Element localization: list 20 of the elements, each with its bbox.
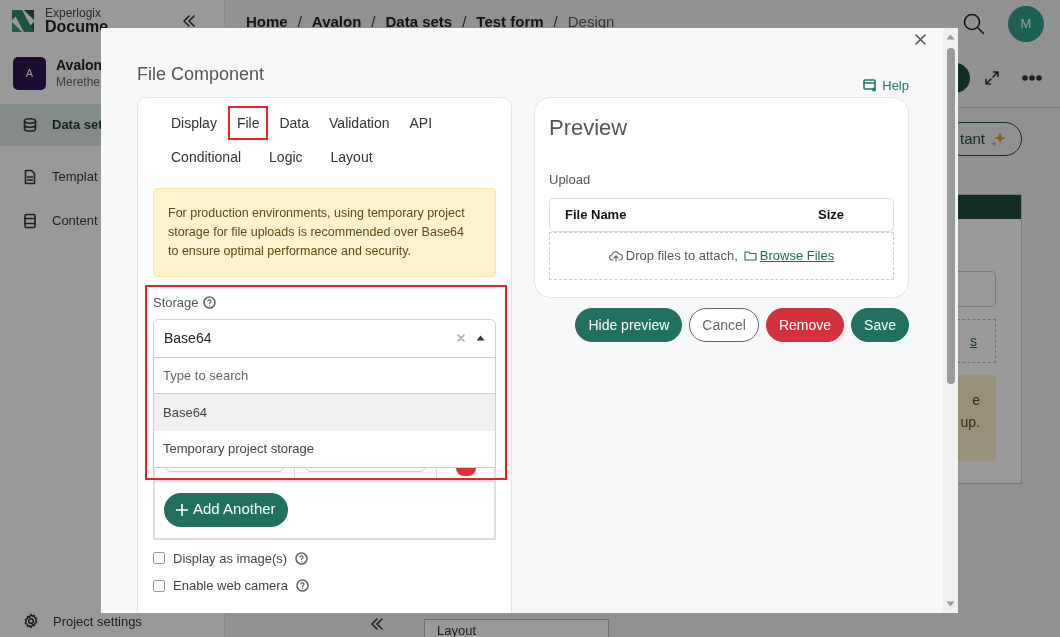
dialog-title: File Component xyxy=(137,63,265,86)
breadcrumb-separator: / xyxy=(462,11,467,32)
preview-title: Preview xyxy=(549,114,629,142)
project-avatar: A xyxy=(13,57,46,90)
drop-hint: Drop files to attach, xyxy=(625,246,738,265)
field-label: Storage xyxy=(153,294,199,312)
breadcrumb-current: Design xyxy=(567,11,615,32)
checkbox-label: Enable web camera xyxy=(173,577,288,595)
logo-wordmark: Docume xyxy=(45,19,109,35)
column-header: Size xyxy=(818,205,844,224)
field-label: Upload xyxy=(549,171,592,189)
breadcrumb-separator: / xyxy=(297,11,302,32)
breadcrumb-separator: / xyxy=(371,11,376,32)
project-name: Avalon xyxy=(56,57,103,75)
checkbox-label: Display as image(s) xyxy=(173,549,288,568)
breadcrumb-separator: / xyxy=(553,11,558,32)
project-owner: Merethe xyxy=(56,74,102,90)
column-header: File Name xyxy=(565,205,628,224)
warning-message: For production environments, using temporary project storage for file uploads is recommended over Base64 to ensure optimal performance and security. xyxy=(153,188,496,277)
logo-wordmark: Experlogix xyxy=(45,7,102,19)
